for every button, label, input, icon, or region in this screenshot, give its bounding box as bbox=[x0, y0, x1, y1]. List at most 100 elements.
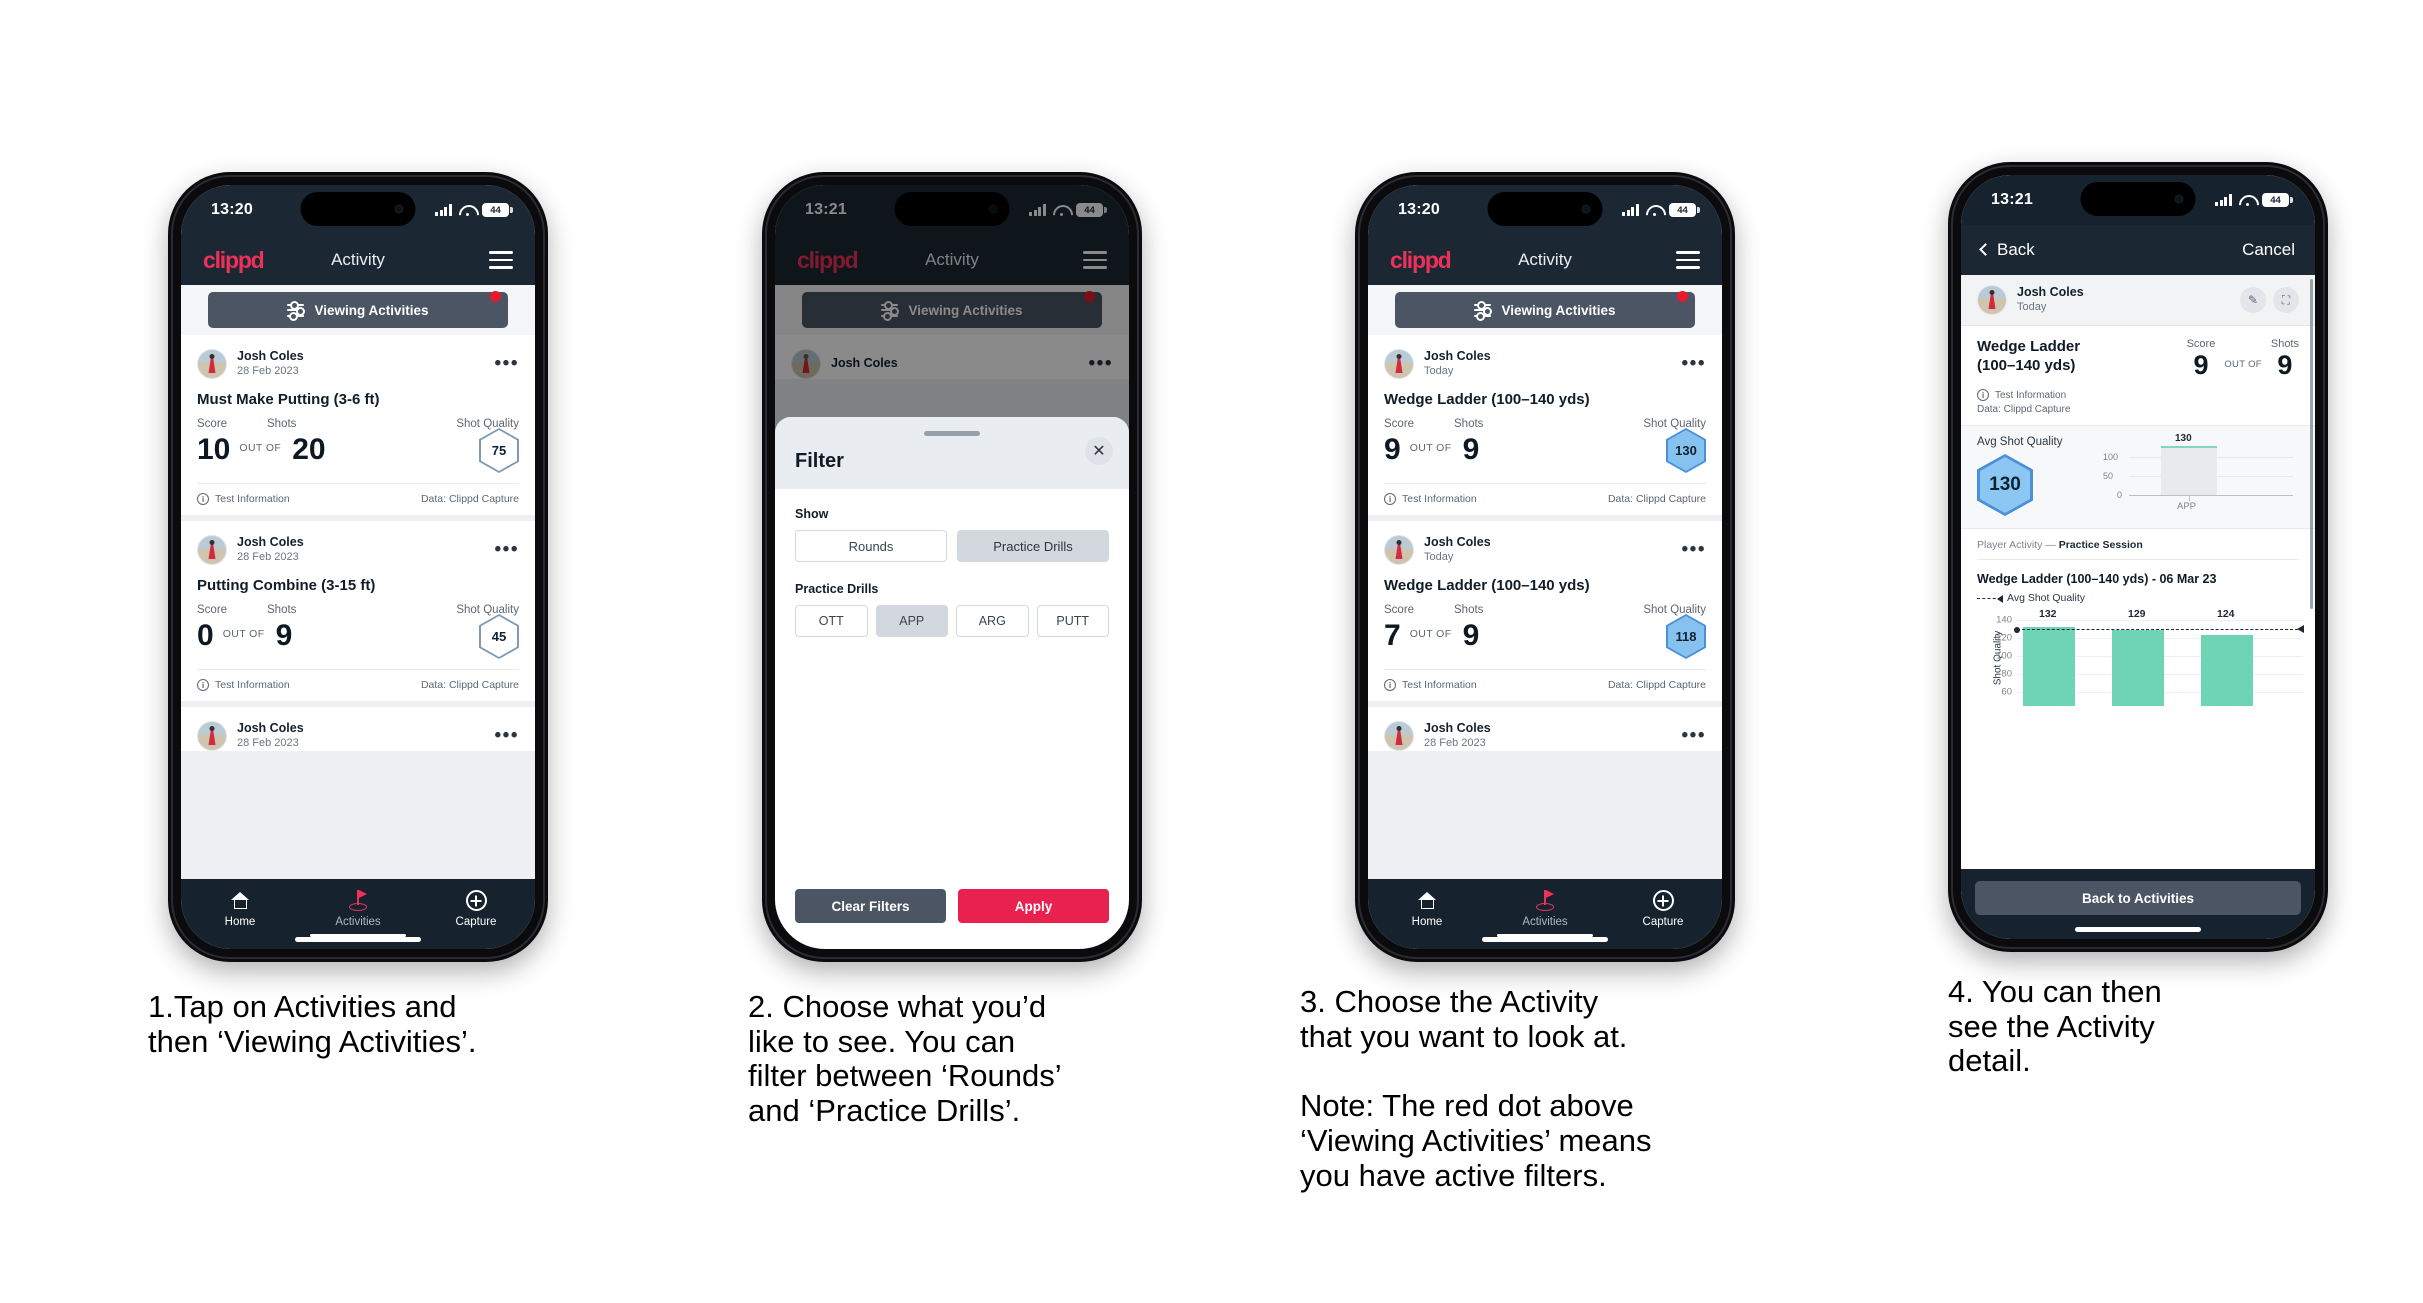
cancel-button[interactable]: Cancel bbox=[2242, 240, 2295, 260]
player-activity-section: Player Activity — Practice Session Wedge… bbox=[1961, 529, 2315, 604]
status-time: 13:20 bbox=[211, 201, 253, 218]
data-source-label: Data: Clippd Capture bbox=[1977, 404, 2071, 416]
back-button[interactable]: Back bbox=[1979, 240, 2035, 260]
status-indicators: 44 bbox=[1622, 203, 1700, 217]
bar-1 bbox=[2023, 627, 2075, 707]
activity-card[interactable]: Josh Coles 28 Feb 2023 ••• bbox=[181, 707, 535, 751]
drill-chip-app[interactable]: APP bbox=[875, 605, 948, 637]
viewing-activities-label: Viewing Activities bbox=[1501, 302, 1616, 318]
bar-2 bbox=[2112, 630, 2164, 707]
y-tick-120: 120 bbox=[1996, 632, 2012, 644]
more-options-icon[interactable]: ••• bbox=[495, 354, 519, 374]
status-bar: 13:21 44 bbox=[1961, 175, 2315, 225]
more-options-icon[interactable]: ••• bbox=[1682, 540, 1706, 560]
show-option-practice-drills[interactable]: Practice Drills bbox=[957, 530, 1109, 562]
tab-home[interactable]: Home bbox=[181, 889, 299, 928]
card-footer: i Test Information Data: Clippd Capture bbox=[1384, 669, 1706, 701]
viewing-activities-button[interactable]: Viewing Activities bbox=[1395, 292, 1695, 328]
activity-card[interactable]: Josh Coles 28 Feb 2023 ••• Putting Combi… bbox=[181, 521, 535, 701]
drill-chip-arg[interactable]: ARG bbox=[956, 605, 1029, 637]
bar-app bbox=[2161, 446, 2217, 496]
tab-activities[interactable]: Activities bbox=[1486, 889, 1604, 937]
shots-value: 9 bbox=[275, 618, 293, 652]
caption-step-1: 1.Tap on Activities and then ‘Viewing Ac… bbox=[148, 989, 477, 1059]
tab-home[interactable]: Home bbox=[1368, 889, 1486, 928]
score-value: 9 bbox=[2193, 350, 2209, 380]
shots-value: 9 bbox=[1462, 432, 1480, 466]
info-icon: i bbox=[1977, 389, 1989, 402]
user-name: Josh Coles bbox=[1424, 721, 1491, 736]
app-header: clippd Activity bbox=[181, 235, 535, 285]
status-indicators: 44 bbox=[2215, 193, 2293, 207]
avatar bbox=[197, 535, 227, 565]
bar-value-1: 132 bbox=[2039, 608, 2057, 621]
more-options-icon[interactable]: ••• bbox=[1682, 726, 1706, 746]
clippd-logo: clippd bbox=[203, 246, 265, 273]
more-options-icon[interactable]: ••• bbox=[495, 540, 519, 560]
activity-date: Today bbox=[1424, 550, 1454, 563]
user-name: Josh Coles bbox=[237, 721, 304, 736]
out-of-label: OUT OF bbox=[2224, 359, 2262, 371]
scrollbar[interactable] bbox=[2310, 279, 2313, 609]
show-option-rounds[interactable]: Rounds bbox=[795, 530, 947, 562]
activity-card[interactable]: Josh Coles 28 Feb 2023 ••• Must Make Put… bbox=[181, 335, 535, 515]
tab-home-label: Home bbox=[224, 915, 256, 928]
activity-list[interactable]: Josh Coles Today ••• Wedge Ladder (100–1… bbox=[1368, 335, 1722, 879]
filter-bar: Viewing Activities bbox=[181, 285, 535, 335]
caption-step-3: 3. Choose the Activity that you want to … bbox=[1300, 984, 1652, 1193]
drill-chip-putt[interactable]: PUTT bbox=[1036, 605, 1109, 637]
tab-capture[interactable]: Capture bbox=[417, 889, 535, 928]
tab-activities[interactable]: Activities bbox=[299, 889, 417, 937]
info-icon: i bbox=[197, 493, 209, 505]
bottom-tab-bar: Home Activities Capture bbox=[1368, 879, 1722, 949]
pencil-icon[interactable]: ✎ bbox=[2240, 287, 2266, 313]
dynamic-island bbox=[300, 192, 416, 226]
avg-shot-quality-value: 130 bbox=[1980, 457, 2030, 514]
home-icon bbox=[181, 889, 299, 913]
status-time: 13:20 bbox=[1398, 201, 1440, 218]
info-icon: i bbox=[197, 679, 209, 691]
caption-step-2: 2. Choose what you’d like to see. You ca… bbox=[748, 989, 1062, 1129]
breadcrumb: Player Activity — Practice Session bbox=[1977, 539, 2299, 561]
home-indicator bbox=[1482, 937, 1608, 942]
avg-reference-line bbox=[2014, 625, 2304, 634]
bar-3 bbox=[2201, 635, 2253, 707]
viewing-activities-button[interactable]: Viewing Activities bbox=[208, 292, 508, 328]
more-options-icon[interactable]: ••• bbox=[495, 726, 519, 746]
back-to-activities-button[interactable]: Back to Activities bbox=[1975, 881, 2301, 915]
out-of-label: OUT OF bbox=[222, 627, 265, 640]
avg-shot-quality-badge: 130 bbox=[1977, 454, 2033, 517]
filter-sheet-body: Show Rounds Practice Drills Practice Dri… bbox=[775, 489, 1129, 889]
activity-title: Putting Combine (3-15 ft) bbox=[197, 577, 376, 594]
card-metrics: Score Shots Shot Quality 7 OUT OF 9 118 bbox=[1384, 604, 1706, 669]
status-bar: 13:20 44 bbox=[181, 185, 535, 235]
home-indicator bbox=[2075, 927, 2201, 932]
close-icon[interactable]: ✕ bbox=[1085, 437, 1113, 465]
hamburger-menu-icon[interactable] bbox=[1676, 251, 1700, 269]
activity-list[interactable]: Josh Coles 28 Feb 2023 ••• Must Make Put… bbox=[181, 335, 535, 879]
fullscreen-icon[interactable]: ⛶ bbox=[2273, 287, 2299, 313]
app-header: clippd Activity bbox=[1368, 235, 1722, 285]
breadcrumb-current: Practice Session bbox=[2058, 539, 2143, 552]
activity-card[interactable]: Josh Coles Today ••• Wedge Ladder (100–1… bbox=[1368, 521, 1722, 701]
hamburger-menu-icon[interactable] bbox=[489, 251, 513, 269]
card-metrics: Score Shots Shot Quality 10 OUT OF 20 75 bbox=[197, 418, 519, 483]
activity-detail-body[interactable]: Josh Coles Today ✎ ⛶ Wedge Ladder (100–1… bbox=[1961, 275, 2315, 869]
tab-capture[interactable]: Capture bbox=[1604, 889, 1722, 928]
shot-quality-badge: 75 bbox=[479, 428, 519, 473]
sheet-grabber[interactable] bbox=[924, 431, 980, 436]
apply-button[interactable]: Apply bbox=[958, 889, 1109, 923]
activity-card[interactable]: Josh Coles 28 Feb 2023 ••• bbox=[1368, 707, 1722, 751]
dynamic-island bbox=[1487, 192, 1603, 226]
shot-quality-value: 45 bbox=[481, 616, 517, 657]
activity-title: Wedge Ladder (100–140 yds) bbox=[1384, 391, 1590, 408]
cellular-signal-icon bbox=[2215, 194, 2232, 206]
more-options-icon[interactable]: ••• bbox=[1682, 354, 1706, 374]
card-header: Josh Coles 28 Feb 2023 ••• bbox=[197, 349, 519, 379]
drill-chip-ott[interactable]: OTT bbox=[795, 605, 868, 637]
y-tick-100: 100 bbox=[2103, 452, 2119, 463]
clear-filters-button[interactable]: Clear Filters bbox=[795, 889, 946, 923]
activity-card[interactable]: Josh Coles Today ••• Wedge Ladder (100–1… bbox=[1368, 335, 1722, 515]
score-label: Score bbox=[197, 604, 228, 616]
activity-title: Wedge Ladder (100–140 yds) bbox=[1977, 338, 2081, 374]
